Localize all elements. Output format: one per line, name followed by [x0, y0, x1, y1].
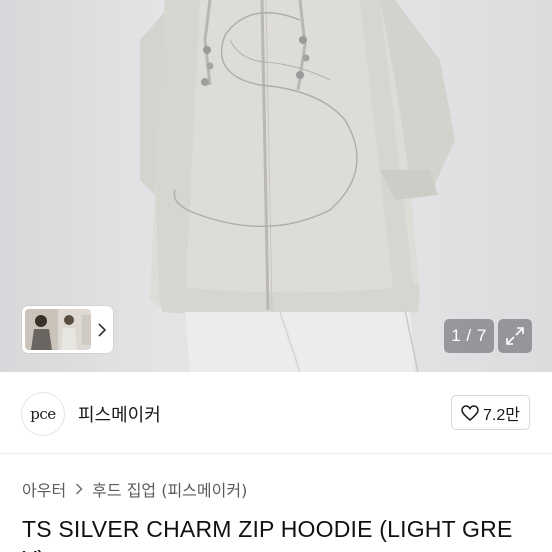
breadcrumb: 아우터 후드 집업 (피스메이커) [22, 477, 247, 501]
chevron-right-icon[interactable] [91, 322, 113, 337]
shop-logo-text: pce [30, 405, 56, 423]
breadcrumb-hood-zipup[interactable]: 후드 집업 (피스메이커) [92, 477, 247, 501]
image-counter: 1 / 7 [444, 319, 494, 353]
like-count: 7.2만 [483, 406, 520, 424]
shop-logo[interactable]: pce [21, 392, 65, 436]
breadcrumb-outer[interactable]: 아우터 [22, 477, 66, 501]
product-image[interactable]: 1 / 7 [0, 0, 552, 372]
expand-icon [506, 327, 524, 345]
chevron-right-icon [75, 483, 83, 495]
like-button[interactable]: 7.2만 [451, 395, 530, 430]
shop-name[interactable]: 피스메이커 [78, 401, 161, 427]
product-title: TS SILVER CHARM ZIP HOODIE (LIGHT GRE [22, 516, 513, 542]
shop-bar: pce 피스메이커 7.2만 [0, 372, 552, 454]
product-title-continued: Y) [22, 544, 45, 552]
expand-button[interactable] [498, 319, 532, 353]
thumbnail-strip[interactable] [22, 306, 113, 353]
heart-icon [461, 404, 479, 421]
thumbnail-image[interactable] [25, 309, 91, 350]
